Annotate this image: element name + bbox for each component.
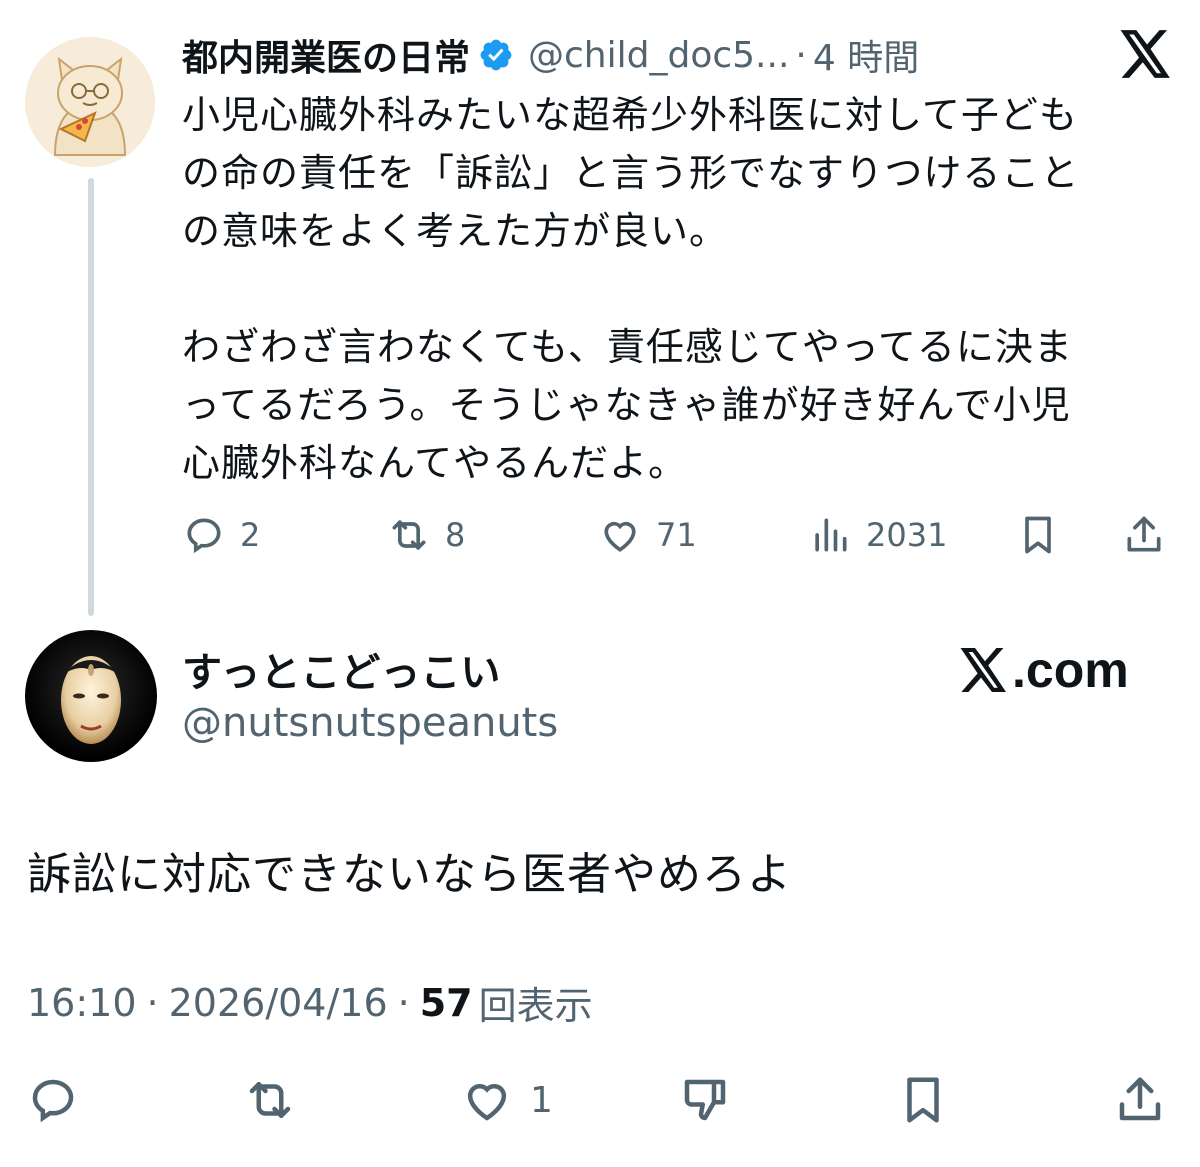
- tweet-line: の意味をよく考えた方が良い。: [182, 209, 729, 253]
- bookmark-button[interactable]: [896, 1070, 950, 1130]
- like-count: 1: [530, 1079, 553, 1121]
- reply-author-name[interactable]: すっとこどっこい: [182, 640, 500, 698]
- tweet-body: 小児心臓外科みたいな超希少外科医に対して子ども の命の責任を「訴訟」と言う形でな…: [182, 86, 1172, 492]
- reply-icon: [187, 518, 221, 554]
- share-button[interactable]: [1122, 510, 1166, 560]
- verified-badge-icon: [480, 39, 512, 71]
- separator: ·: [397, 980, 410, 1025]
- x-logo-icon: [1120, 30, 1170, 78]
- cat-doctor-avatar-icon: [25, 37, 155, 167]
- tweet-line: 心臓外科なんてやるんだよ。: [182, 441, 688, 485]
- reply-count: 2: [240, 516, 261, 554]
- views-count: 57: [419, 980, 473, 1025]
- like-button[interactable]: 1: [460, 1070, 553, 1130]
- repost-button[interactable]: [243, 1070, 297, 1130]
- views-icon: [815, 518, 847, 552]
- dislike-button[interactable]: [678, 1070, 732, 1130]
- x-logo-icon: [960, 648, 1006, 692]
- author-name[interactable]: 都内開業医の日常: [182, 29, 470, 81]
- avatar[interactable]: [25, 630, 157, 762]
- repost-button[interactable]: 8: [387, 510, 465, 560]
- reply-actions: 1: [0, 1070, 1200, 1130]
- reply-date[interactable]: 2026/04/16: [169, 981, 388, 1025]
- x-com-watermark: .com: [960, 640, 1129, 700]
- like-button[interactable]: 71: [598, 510, 697, 560]
- separator: ·: [146, 980, 159, 1025]
- reply-body: 訴訟に対応できないなら医者やめろよ: [27, 849, 792, 900]
- like-count: 71: [656, 516, 697, 554]
- separator: ·: [795, 34, 807, 76]
- share-icon: [1119, 1077, 1161, 1121]
- share-button[interactable]: [1113, 1070, 1167, 1130]
- heart-icon: [604, 521, 636, 552]
- views-count: 2031: [866, 516, 948, 554]
- reply-button[interactable]: [26, 1070, 80, 1130]
- reply-time[interactable]: 16:10: [27, 981, 137, 1025]
- reply-meta: 16:10 · 2026/04/16 · 57 回表示: [27, 975, 593, 1030]
- timestamp[interactable]: 4 時間: [813, 29, 919, 81]
- reply-author-handle[interactable]: @nutsnutspeanuts: [182, 700, 558, 746]
- tweet-header: 都内開業医の日常 @child_doc5... · 4 時間: [182, 28, 919, 82]
- thread-line: [88, 178, 94, 616]
- dislike-icon: [684, 1079, 726, 1121]
- bookmark-icon: [907, 1077, 939, 1123]
- noh-mask-avatar-icon: [61, 656, 121, 744]
- bookmark-icon: [1025, 516, 1051, 554]
- avatar[interactable]: [25, 37, 155, 167]
- repost-icon: [392, 520, 426, 550]
- tweet-line: わざわざ言わなくても、責任感じてやってるに決ま: [182, 325, 1073, 369]
- repost-icon: [249, 1082, 291, 1118]
- site-label: .com: [1012, 642, 1129, 698]
- views-label: 回表示: [478, 984, 593, 1028]
- reply-icon: [32, 1079, 74, 1123]
- heart-icon: [467, 1083, 507, 1121]
- tweet-actions: 2 8 71 2031: [182, 510, 1172, 560]
- tweet-line: 小児心臓外科みたいな超希少外科医に対して子ども: [182, 93, 1078, 137]
- author-handle[interactable]: @child_doc5...: [528, 35, 789, 76]
- bookmark-button[interactable]: [1016, 510, 1060, 560]
- tweet-line: ってるだろう。そうじゃなきゃ誰が好き好んで小児: [182, 383, 1071, 427]
- repost-count: 8: [445, 516, 466, 554]
- reply-button[interactable]: 2: [182, 510, 260, 560]
- share-icon: [1127, 516, 1161, 552]
- views-button[interactable]: 2031: [808, 510, 947, 560]
- tweet-line: の命の責任を「訴訟」と言う形でなすりつけること: [182, 151, 1080, 195]
